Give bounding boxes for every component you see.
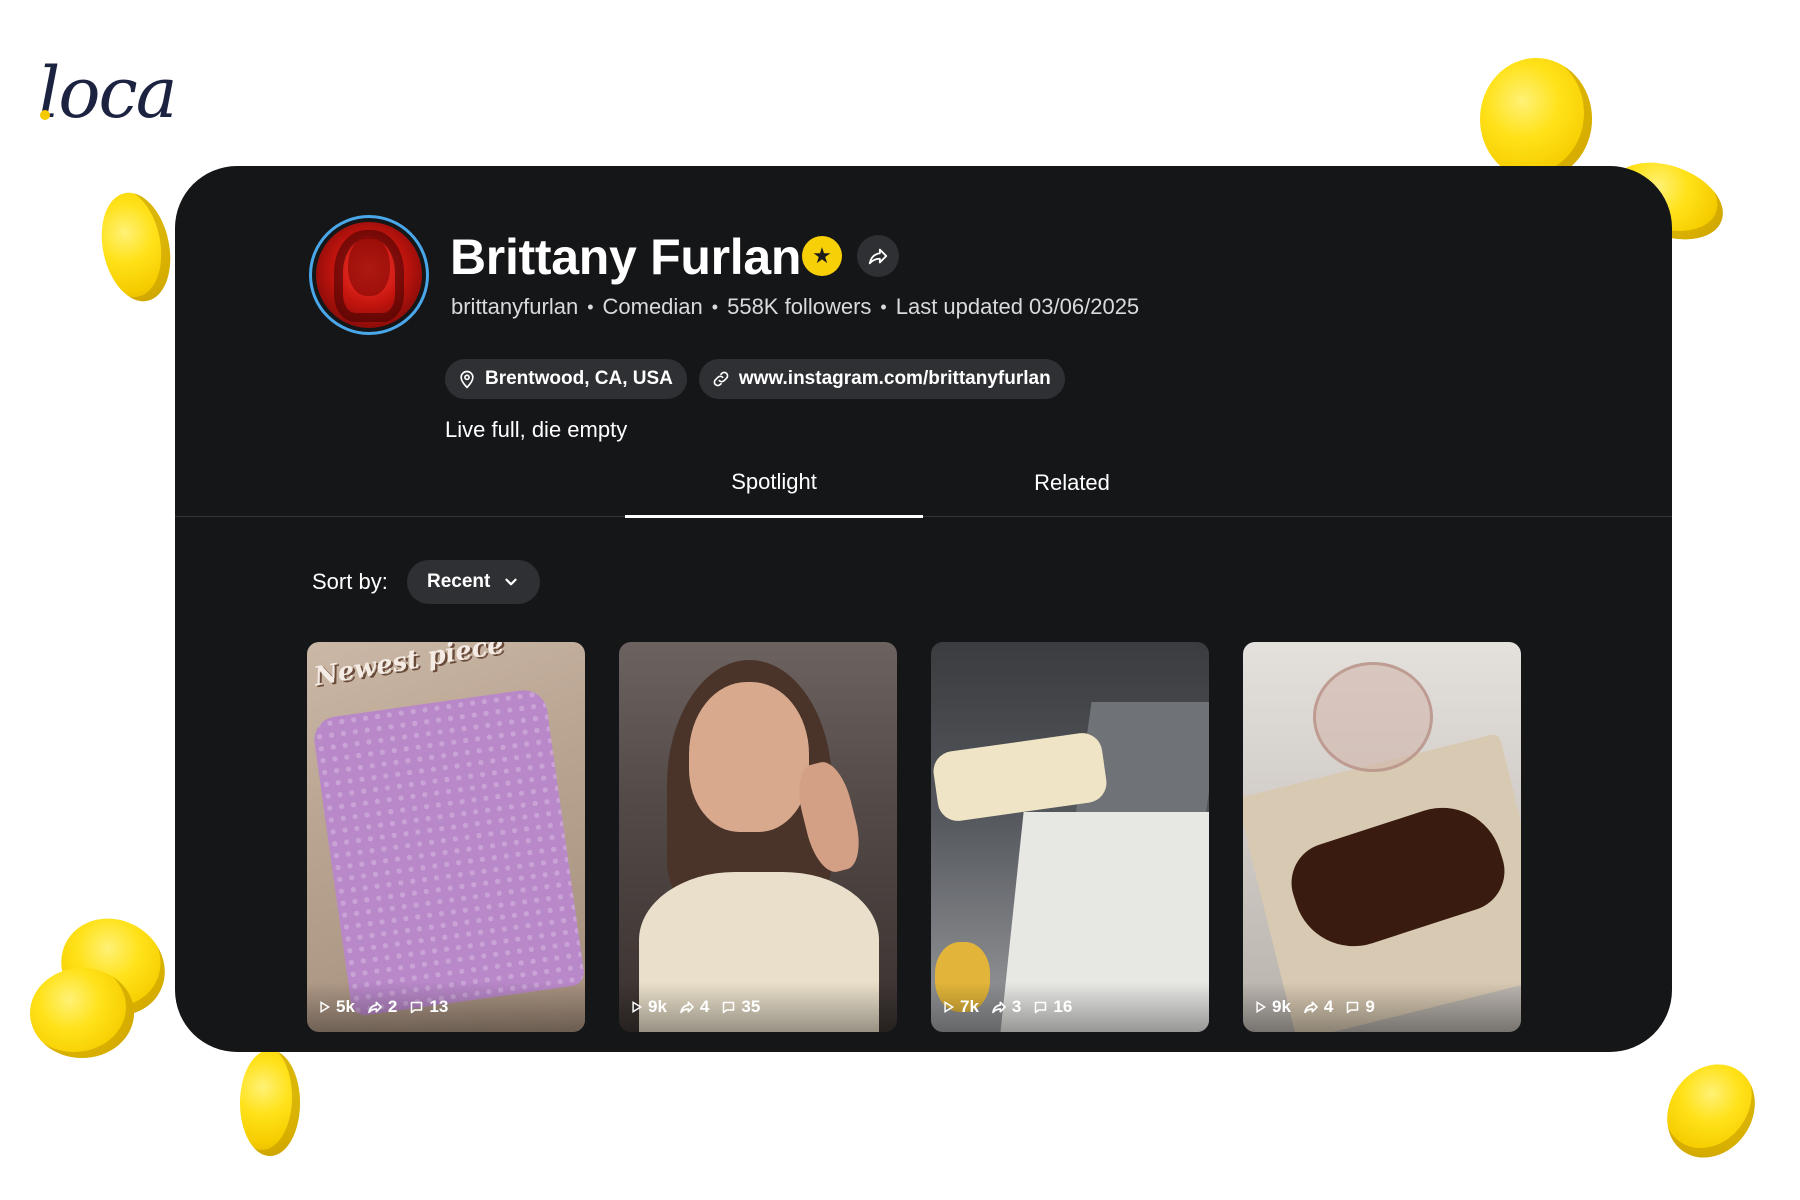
website-link[interactable]: www.instagram.com/brittanyfurlan: [698, 359, 1065, 399]
shares-count: 4: [699, 997, 710, 1016]
tab-spotlight[interactable]: Spotlight: [625, 448, 923, 518]
views-stat: 7k: [941, 997, 979, 1017]
share-icon: [1304, 1001, 1318, 1014]
views-count: 7k: [960, 997, 979, 1016]
share-icon: [992, 1001, 1006, 1014]
video-card[interactable]: 9k 4 9: [1243, 642, 1521, 1032]
views-stat: 5k: [317, 997, 355, 1017]
location-pin-icon: [460, 370, 474, 389]
share-icon: [680, 1001, 694, 1014]
comment-icon: [411, 1001, 423, 1013]
profile-chips: Brentwood, CA, USA www.instagram.com/bri…: [445, 359, 1065, 399]
avatar: [309, 215, 429, 335]
avatar-image: [316, 222, 422, 328]
video-card[interactable]: 7k 3 16: [931, 642, 1209, 1032]
video-stats: 9k 4 35: [619, 982, 897, 1032]
profile-followers: 558K followers: [727, 294, 872, 319]
sort-value: Recent: [427, 571, 491, 592]
profile-card: Brittany Furlan ★ brittanyfurlan • Comed…: [175, 166, 1672, 1052]
chevron-down-icon: [505, 578, 517, 586]
views-count: 5k: [336, 997, 355, 1016]
page: loca Brittany Furlan ★ brittanyfurlan • …: [0, 0, 1800, 1200]
shares-stat: 4: [1303, 997, 1333, 1017]
share-icon: [368, 1001, 382, 1014]
tab-bar: Spotlight Related: [175, 448, 1672, 518]
comments-stat: 9: [1345, 997, 1375, 1017]
separator-dot: •: [711, 296, 719, 317]
shares-stat: 3: [991, 997, 1021, 1017]
shares-count: 2: [387, 997, 398, 1016]
views-stat: 9k: [629, 997, 667, 1017]
video-stats: 5k 2 13: [307, 982, 585, 1032]
comments-count: 35: [741, 997, 761, 1016]
comments-count: 13: [429, 997, 449, 1016]
logo-dot: [40, 110, 50, 120]
share-button[interactable]: [857, 235, 899, 277]
views-count: 9k: [1272, 997, 1291, 1016]
profile-bio: Live full, die empty: [445, 417, 628, 442]
profile-category: Comedian: [602, 294, 703, 319]
video-grid: Newest piece 5k 2 13 9k 4 35 7k 3 16 9k …: [307, 642, 1521, 1032]
separator-dot: •: [587, 296, 594, 317]
play-icon: [632, 1001, 643, 1013]
shares-stat: 2: [367, 997, 397, 1017]
profile-username: brittanyfurlan: [451, 294, 579, 319]
comments-count: 9: [1365, 997, 1375, 1016]
coin-decoration: [240, 1050, 300, 1156]
face-shape: [689, 682, 809, 832]
comments-stat: 13: [409, 997, 448, 1017]
shares-count: 3: [1011, 997, 1022, 1016]
coin-decoration: [1480, 58, 1592, 180]
profile-last-updated: Last updated 03/06/2025: [895, 294, 1140, 319]
sort-dropdown[interactable]: Recent: [407, 560, 541, 604]
coin-decoration: [1649, 1047, 1773, 1175]
separator-dot: •: [880, 296, 887, 317]
video-card[interactable]: Newest piece 5k 2 13: [307, 642, 585, 1032]
location-chip: Brentwood, CA, USA: [445, 359, 687, 399]
play-icon: [944, 1001, 955, 1013]
video-stats: 7k 3 16: [931, 982, 1209, 1032]
comments-stat: 16: [1033, 997, 1072, 1017]
video-stats: 9k 4 9: [1243, 982, 1521, 1032]
profile-name: Brittany Furlan: [450, 229, 802, 285]
crochet-top-image: [311, 687, 585, 1017]
play-icon: [1256, 1001, 1267, 1013]
location-text: Brentwood, CA, USA: [485, 368, 673, 389]
play-icon: [320, 1001, 331, 1013]
measuring-cup-shape: [1313, 662, 1433, 772]
coin-decoration: [92, 186, 180, 308]
comment-icon: [1347, 1001, 1359, 1013]
tab-related[interactable]: Related: [923, 448, 1221, 517]
website-text: www.instagram.com/brittanyfurlan: [738, 368, 1051, 389]
profile-meta: brittanyfurlan • Comedian • 558K followe…: [451, 294, 1139, 320]
link-icon: [713, 371, 729, 387]
coin-decoration: [30, 968, 134, 1058]
views-count: 9k: [648, 997, 667, 1016]
star-icon: ★: [802, 236, 842, 276]
sort-label: Sort by:: [312, 569, 388, 594]
share-icon: [868, 248, 888, 265]
comment-icon: [1035, 1001, 1047, 1013]
video-caption-overlay: Newest piece: [311, 642, 507, 693]
shares-stat: 4: [679, 997, 709, 1017]
loca-logo: loca: [38, 52, 177, 134]
comment-icon: [723, 1001, 735, 1013]
avatar-face-shape: [348, 236, 390, 296]
comments-stat: 35: [721, 997, 760, 1017]
video-card[interactable]: 9k 4 35: [619, 642, 897, 1032]
shares-count: 4: [1323, 997, 1334, 1016]
comments-count: 16: [1053, 997, 1073, 1016]
views-stat: 9k: [1253, 997, 1291, 1017]
